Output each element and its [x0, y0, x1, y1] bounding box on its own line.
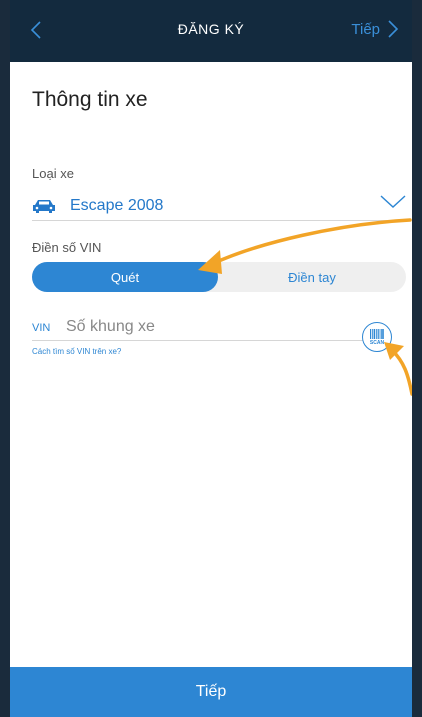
top-navigation-bar: ĐĂNG KÝ Tiếp: [10, 0, 412, 62]
vin-mode-segmented-control: Quét Điền tay: [32, 262, 406, 292]
scan-button[interactable]: SCAN: [362, 322, 392, 352]
next-chevron-icon: [388, 20, 399, 38]
scan-button-label: SCAN: [369, 339, 385, 346]
header-next-button[interactable]: Tiếp: [351, 18, 400, 40]
vin-input[interactable]: [66, 316, 366, 338]
dropdown-chevron-icon[interactable]: [380, 194, 406, 210]
vin-field-label: VIN: [32, 322, 51, 334]
vin-mode-manual-tab[interactable]: Điền tay: [218, 262, 406, 292]
vin-mode-scan-tab[interactable]: Quét: [32, 262, 218, 292]
header-next-label: Tiếp: [351, 20, 380, 38]
car-icon: [33, 200, 55, 213]
vehicle-type-label: Loại xe: [32, 166, 74, 181]
vin-help-link[interactable]: Cách tìm số VIN trên xe?: [32, 347, 121, 356]
phone-screen: ĐĂNG KÝ Tiếp Thông tin xe Loại xe Escape…: [0, 0, 422, 717]
section-title: Thông tin xe: [32, 88, 148, 111]
vin-field-row: VIN: [32, 316, 378, 341]
vin-input-label: Điền số VIN: [32, 240, 102, 255]
barcode-scan-icon: [370, 328, 384, 339]
footer-next-button[interactable]: Tiếp: [10, 667, 412, 717]
vehicle-select[interactable]: Escape 2008: [32, 192, 406, 221]
selected-vehicle: Escape 2008: [70, 197, 164, 214]
